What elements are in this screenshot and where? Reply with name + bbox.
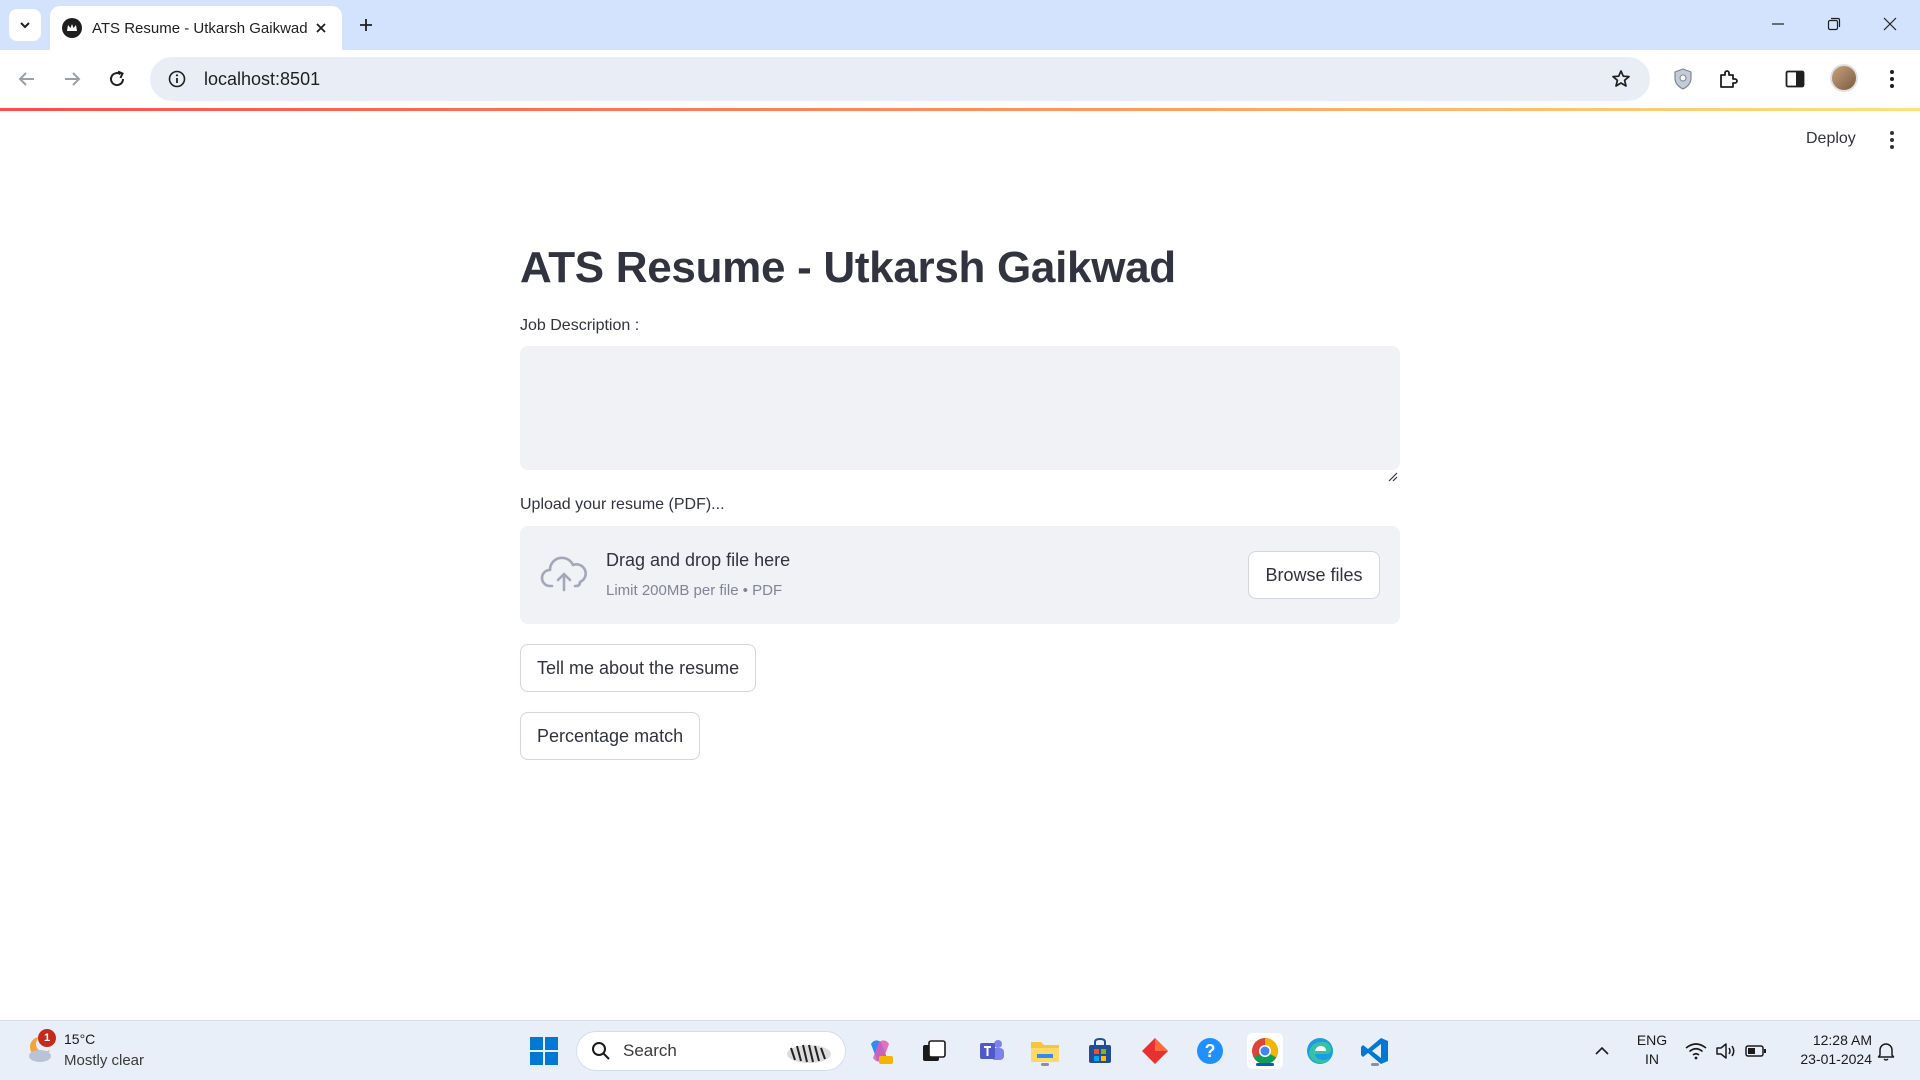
cloud-upload-icon (540, 556, 587, 592)
url-text[interactable]: localhost:8501 (204, 69, 1608, 90)
help-app-icon[interactable]: ? (1192, 1033, 1228, 1069)
notification-bell-icon[interactable] (1874, 1039, 1898, 1063)
new-tab-button[interactable] (352, 11, 380, 39)
running-indicator (1371, 1063, 1379, 1066)
textarea-resize-handle[interactable] (1386, 470, 1398, 482)
streamlit-crown-icon (62, 18, 82, 38)
close-icon (1883, 17, 1897, 31)
dropzone-title: Drag and drop file here (606, 550, 791, 570)
job-description-textarea[interactable] (520, 346, 1400, 470)
forward-button[interactable] (55, 62, 89, 96)
browser-menu-icon[interactable] (1875, 62, 1909, 96)
dropzone-limit-text: Limit 200MB per file • PDF (606, 582, 783, 599)
edge-app-icon[interactable] (1302, 1033, 1338, 1069)
weather-temperature[interactable]: 15°C (64, 1031, 95, 1047)
percentage-match-button[interactable]: Percentage match (520, 712, 701, 760)
reload-button[interactable] (100, 62, 134, 96)
vscode-app-icon[interactable] (1357, 1033, 1393, 1069)
file-explorer-icon[interactable] (1027, 1033, 1063, 1069)
restore-button[interactable] (1806, 0, 1862, 48)
arrow-right-icon (65, 72, 81, 86)
site-info-icon[interactable] (166, 68, 188, 90)
teams-app-icon[interactable] (974, 1033, 1010, 1069)
weather-condition[interactable]: Mostly clear (64, 1052, 144, 1069)
clock-time: 12:28 AM (1812, 1032, 1872, 1048)
taskbar-search-box[interactable]: Search (576, 1031, 846, 1071)
weather-notification-badge: 1 (38, 1029, 56, 1047)
battery-icon[interactable] (1744, 1039, 1768, 1063)
page-title: ATS Resume - Utkarsh Gaikwad (520, 243, 1176, 292)
minimize-icon (1772, 23, 1784, 25)
input-language-indicator[interactable]: ENG IN (1632, 1031, 1672, 1069)
windows-taskbar: 1 15°C Mostly clear Search ? ENG IN 12:2… (0, 1020, 1920, 1080)
reload-icon (110, 70, 125, 87)
profile-avatar[interactable] (1830, 64, 1858, 92)
svg-text:?: ? (1205, 1041, 1216, 1061)
main-content: ATS Resume - Utkarsh Gaikwad Job Descrip… (520, 240, 1400, 760)
back-button[interactable] (10, 62, 44, 96)
clock-date: 23-01-2024 (1800, 1051, 1872, 1067)
address-bar[interactable]: localhost:8501 (150, 57, 1650, 101)
minimize-button[interactable] (1750, 0, 1806, 48)
extensions-puzzle-icon[interactable] (1711, 62, 1745, 96)
browse-files-button[interactable]: Browse files (1248, 551, 1380, 599)
language-code: ENG (1636, 1032, 1668, 1048)
side-panel-icon[interactable] (1778, 62, 1812, 96)
task-view-icon[interactable] (916, 1033, 952, 1069)
close-window-button[interactable] (1862, 0, 1918, 48)
search-icon (592, 1042, 610, 1060)
volume-icon[interactable] (1714, 1039, 1738, 1063)
restore-icon (1827, 17, 1841, 31)
region-code: IN (1645, 1051, 1659, 1067)
app-main-menu-icon[interactable] (1878, 126, 1906, 154)
tab-title: ATS Resume - Utkarsh Gaikwad (92, 19, 308, 37)
copilot-app-icon[interactable] (862, 1033, 898, 1069)
chevron-down-icon (20, 22, 30, 29)
windows-start-icon[interactable] (528, 1035, 560, 1067)
deploy-button[interactable]: Deploy (1796, 124, 1866, 154)
active-indicator (1256, 1063, 1274, 1066)
running-indicator (1041, 1063, 1049, 1066)
shield-extension-icon[interactable] (1666, 62, 1700, 96)
bookmark-star-icon[interactable] (1608, 66, 1634, 92)
search-highlight-zebra-icon (787, 1044, 831, 1063)
system-clock[interactable]: 12:28 AM 23-01-2024 (1782, 1031, 1872, 1069)
chrome-app-icon[interactable] (1247, 1033, 1283, 1069)
file-dropzone[interactable]: Drag and drop file here Limit 200MB per … (520, 526, 1400, 624)
browser-toolbar: localhost:8501 (0, 50, 1920, 108)
browser-tab-bar: ATS Resume - Utkarsh Gaikwad (0, 0, 1920, 50)
browser-tab-active[interactable]: ATS Resume - Utkarsh Gaikwad (50, 6, 342, 50)
show-hidden-icons-chevron-icon[interactable] (1590, 1039, 1614, 1063)
microsoft-store-icon[interactable] (1082, 1033, 1118, 1069)
plus-icon (360, 19, 372, 31)
streamlit-top-decoration (0, 108, 1920, 111)
close-icon[interactable] (310, 17, 332, 39)
upload-label: Upload your resume (PDF)... (520, 496, 725, 513)
wifi-icon[interactable] (1684, 1039, 1708, 1063)
arrow-left-icon (18, 72, 34, 86)
job-description-label: Job Description : (520, 317, 640, 334)
red-diamond-app-icon[interactable] (1137, 1033, 1173, 1069)
tell-me-about-resume-button[interactable]: Tell me about the resume (520, 644, 757, 692)
tab-search-button[interactable] (9, 9, 41, 41)
search-placeholder: Search (623, 1041, 677, 1060)
